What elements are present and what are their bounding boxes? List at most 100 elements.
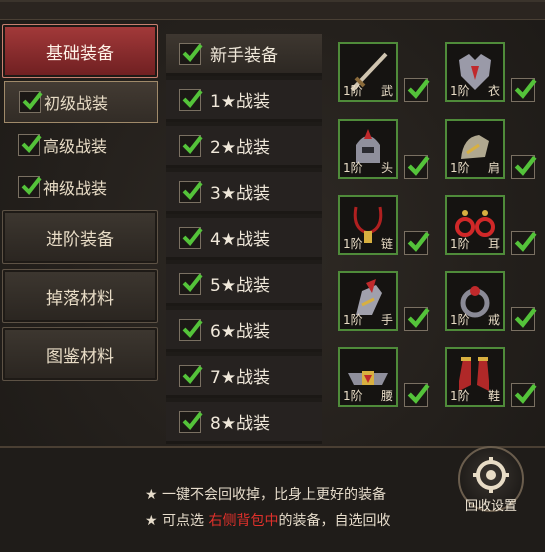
equip-slot-ring[interactable]: 1阶 戒 xyxy=(445,271,505,331)
check-icon xyxy=(182,319,203,338)
check-icon xyxy=(182,411,203,430)
tip-highlight: 右侧背包中 xyxy=(208,513,279,529)
sub-item-senior-armor[interactable]: 高级战装 xyxy=(4,124,158,166)
category-basic-equipment[interactable]: 基础装备 xyxy=(2,24,158,78)
checkbox[interactable] xyxy=(18,134,42,156)
category-codex-materials[interactable]: 图鉴材料 xyxy=(2,327,158,381)
category-label: 图鉴材料 xyxy=(46,346,114,367)
checkbox[interactable] xyxy=(18,176,42,198)
slot-part: 肩 xyxy=(487,161,500,175)
tier-item-1[interactable]: 1★战装 xyxy=(166,80,322,122)
tier-item-8[interactable]: 8★战装 xyxy=(166,402,322,444)
slot-checkbox[interactable] xyxy=(404,383,430,407)
checkbox[interactable] xyxy=(179,88,203,111)
category-label: 掉落材料 xyxy=(46,288,114,309)
check-icon xyxy=(514,231,537,252)
check-icon xyxy=(407,383,430,404)
checkbox[interactable] xyxy=(179,226,203,249)
checkbox[interactable] xyxy=(179,134,203,157)
tier-label: 新手装备 xyxy=(210,46,278,66)
checkbox[interactable] xyxy=(179,364,203,387)
tier-item-6[interactable]: 6★战装 xyxy=(166,310,322,352)
slot-part: 手 xyxy=(380,313,393,327)
tip-suffix: 的装备，自选回收 xyxy=(278,513,391,529)
slot-level: 1阶 xyxy=(343,84,363,98)
slot-checkbox[interactable] xyxy=(404,231,430,255)
equip-slot-helmet[interactable]: 1阶 头 xyxy=(338,119,398,179)
slot-level: 1阶 xyxy=(450,389,470,403)
slot-checkbox[interactable] xyxy=(404,307,430,331)
checkbox[interactable] xyxy=(179,272,203,295)
equip-slot-earring[interactable]: 1阶 耳 xyxy=(445,195,505,255)
equipment-tier-list: 新手装备 1★战装 2★战装 3★战装 4★战装 5★战装 6★战装 7★战装 xyxy=(166,34,322,444)
check-icon xyxy=(182,89,203,108)
checkbox[interactable] xyxy=(179,410,203,433)
slot-part: 戒 xyxy=(487,313,500,327)
slot-checkbox[interactable] xyxy=(511,155,537,179)
tip-prefix: ★ 可点选 xyxy=(145,513,209,529)
check-icon xyxy=(182,273,203,292)
slot-level: 1阶 xyxy=(450,84,470,98)
slot-checkbox[interactable] xyxy=(404,155,430,179)
category-advanced-equipment[interactable]: 进阶装备 xyxy=(2,210,158,264)
tip-line-1: ★ 一键不会回收掉，比身上更好的装备 xyxy=(145,487,386,503)
tier-item-3[interactable]: 3★战装 xyxy=(166,172,322,214)
sub-item-label: 高级战装 xyxy=(43,137,108,156)
slot-part: 腰 xyxy=(380,389,393,403)
slot-part: 耳 xyxy=(487,237,500,251)
slot-part: 武 xyxy=(380,84,393,98)
slot-level: 1阶 xyxy=(343,389,363,403)
tier-label: 1★战装 xyxy=(210,92,271,112)
tier-item-4[interactable]: 4★战装 xyxy=(166,218,322,260)
sub-item-junior-armor[interactable]: 初级战装 xyxy=(4,81,158,123)
slot-level: 1阶 xyxy=(450,237,470,251)
check-icon xyxy=(407,307,430,328)
check-icon xyxy=(514,78,537,99)
equip-slot-necklace[interactable]: 1阶 链 xyxy=(338,195,398,255)
slot-level: 1阶 xyxy=(343,161,363,175)
tier-item-2[interactable]: 2★战装 xyxy=(166,126,322,168)
check-icon xyxy=(514,383,537,404)
check-icon xyxy=(21,176,42,196)
equip-slot-weapon[interactable]: 1阶 武 xyxy=(338,42,398,102)
check-icon xyxy=(182,135,203,154)
equip-slot-belt[interactable]: 1阶 腰 xyxy=(338,347,398,407)
recycle-settings-label: 回收设置 xyxy=(464,499,517,514)
check-icon xyxy=(22,91,43,111)
category-label: 进阶装备 xyxy=(46,229,114,250)
checkbox[interactable] xyxy=(179,318,203,341)
tier-label: 4★战装 xyxy=(210,230,271,250)
check-icon xyxy=(182,227,203,246)
top-strip xyxy=(0,2,545,20)
slot-part: 链 xyxy=(380,237,393,251)
slot-checkbox[interactable] xyxy=(511,383,537,407)
equip-slot-shoulder[interactable]: 1阶 肩 xyxy=(445,119,505,179)
equip-slot-boots[interactable]: 1阶 鞋 xyxy=(445,347,505,407)
sub-item-divine-armor[interactable]: 神级战装 xyxy=(4,166,158,208)
equip-slot-glove[interactable]: 1阶 手 xyxy=(338,271,398,331)
slot-checkbox[interactable] xyxy=(404,78,430,102)
slot-part: 衣 xyxy=(487,84,500,98)
slot-checkbox[interactable] xyxy=(511,78,537,102)
tier-label: 2★战装 xyxy=(210,138,271,158)
checkbox[interactable] xyxy=(179,42,203,65)
equip-slot-armor[interactable]: 1阶 衣 xyxy=(445,42,505,102)
category-drop-materials[interactable]: 掉落材料 xyxy=(2,269,158,323)
tier-label: 3★战装 xyxy=(210,184,271,204)
checkbox[interactable] xyxy=(179,180,203,203)
sub-item-label: 神级战装 xyxy=(43,179,108,198)
tier-label: 5★战装 xyxy=(210,276,271,296)
tier-item-7[interactable]: 7★战装 xyxy=(166,356,322,398)
check-icon xyxy=(407,231,430,252)
check-icon xyxy=(182,181,203,200)
slot-level: 1阶 xyxy=(450,161,470,175)
slot-level: 1阶 xyxy=(343,237,363,251)
recycle-panel: 基础装备 初级战装 高级战装 神级战装 进阶装备 掉落材料 图鉴材料 新手装备 … xyxy=(0,0,545,552)
checkbox[interactable] xyxy=(19,91,43,113)
tier-label: 7★战装 xyxy=(210,368,271,388)
tier-item-5[interactable]: 5★战装 xyxy=(166,264,322,306)
slot-checkbox[interactable] xyxy=(511,231,537,255)
check-icon xyxy=(407,78,430,99)
slot-checkbox[interactable] xyxy=(511,307,537,331)
tier-item-newbie[interactable]: 新手装备 xyxy=(166,34,322,76)
